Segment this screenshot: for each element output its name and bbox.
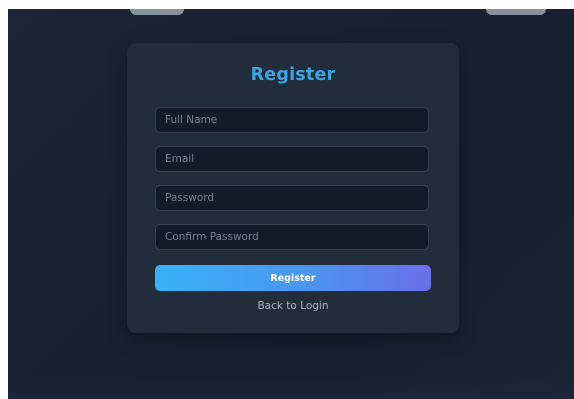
- email-input[interactable]: [155, 146, 429, 172]
- password-input[interactable]: [155, 185, 429, 211]
- top-highlight-right: [486, 9, 546, 15]
- form-title: Register: [250, 65, 336, 85]
- back-to-login-link[interactable]: Back to Login: [127, 300, 459, 312]
- page-background: Register Register Back to Login: [8, 9, 574, 399]
- full-name-input[interactable]: [155, 107, 429, 133]
- top-highlight-left: [130, 9, 184, 15]
- confirm-password-input[interactable]: [155, 224, 429, 250]
- register-button[interactable]: Register: [155, 265, 431, 291]
- register-card: Register Register Back to Login: [127, 43, 459, 333]
